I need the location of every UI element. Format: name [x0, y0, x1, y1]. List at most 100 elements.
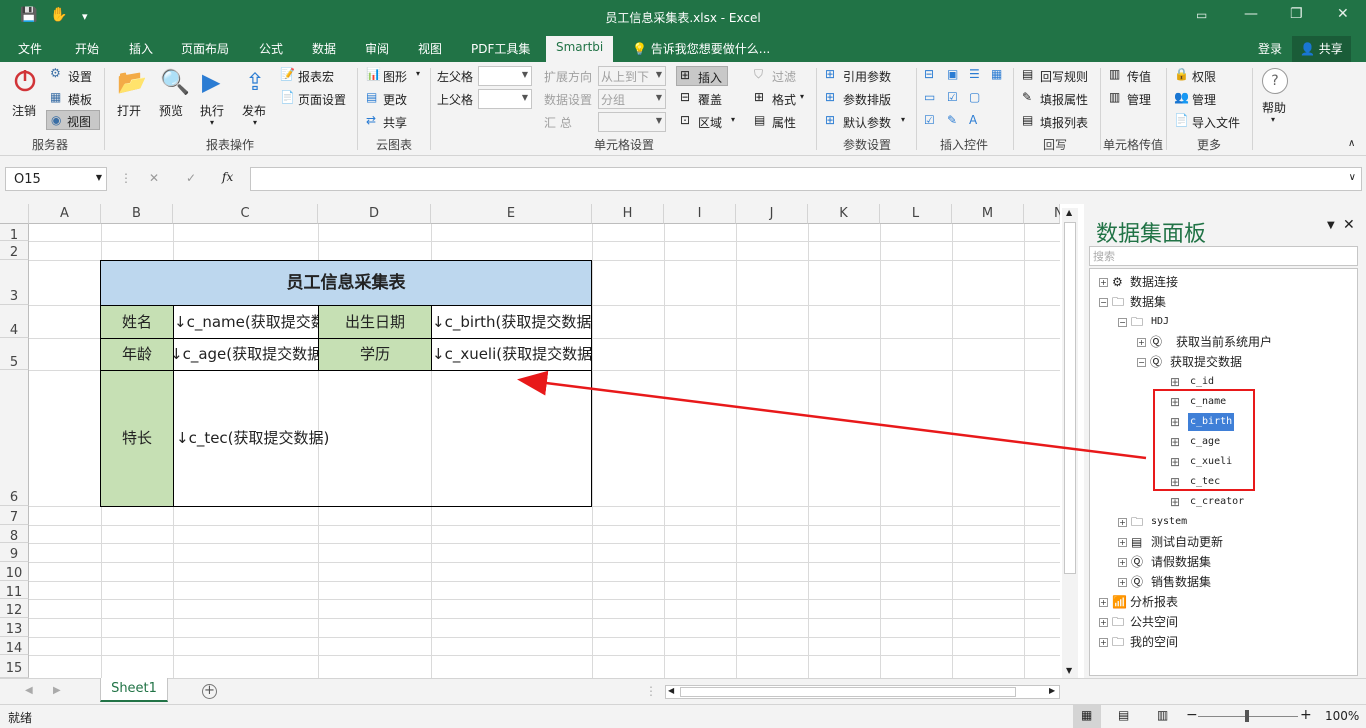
- grid-control-icon[interactable]: ▦: [991, 67, 1002, 81]
- row-header[interactable]: 9: [0, 543, 29, 562]
- column-header[interactable]: A: [29, 204, 101, 224]
- collapse-ribbon-icon[interactable]: ∧: [1348, 138, 1355, 149]
- tab-pdf-tools[interactable]: PDF工具集: [471, 40, 530, 57]
- row-header[interactable]: 15: [0, 655, 29, 678]
- row-header[interactable]: 14: [0, 637, 29, 656]
- add-sheet-button[interactable]: +: [202, 684, 217, 699]
- expand-icon[interactable]: +: [1099, 598, 1108, 607]
- expand-icon[interactable]: +: [1137, 338, 1146, 347]
- tab-page-layout[interactable]: 页面布局: [181, 40, 229, 57]
- table-title-cell[interactable]: 员工信息采集表: [100, 260, 592, 306]
- select-all-corner[interactable]: [0, 204, 29, 224]
- tree-node-dataset[interactable]: 数据集: [1130, 293, 1166, 311]
- scroll-down-icon[interactable]: ▼: [1066, 666, 1072, 675]
- tree-node-system[interactable]: system: [1151, 513, 1187, 531]
- tab-view[interactable]: 视图: [418, 40, 442, 57]
- page-break-view-icon[interactable]: ▥: [1157, 708, 1168, 722]
- tree-node-leave-data[interactable]: 请假数据集: [1151, 553, 1211, 571]
- label-birth-cell[interactable]: 出生日期: [318, 305, 432, 339]
- tree-node-my-space[interactable]: 我的空间: [1130, 633, 1178, 651]
- row-header[interactable]: 1: [0, 224, 29, 243]
- edit-control-icon[interactable]: ✎: [947, 113, 957, 127]
- value-edu-cell[interactable]: ↓c_xueli(获取提交数据): [431, 338, 592, 371]
- scrollbar-thumb[interactable]: [1064, 222, 1076, 574]
- tree-field[interactable]: c_xueli: [1190, 453, 1232, 471]
- tab-formulas[interactable]: 公式: [259, 40, 283, 57]
- tree-field[interactable]: c_creator: [1190, 493, 1244, 511]
- column-header[interactable]: H: [592, 204, 664, 224]
- insert-function-button[interactable]: fx: [222, 170, 233, 184]
- row-header[interactable]: 7: [0, 506, 29, 525]
- spreadsheet-grid[interactable]: A B C D E H I J K L M N 1 2 3 4 5 6 7 8 …: [0, 204, 1060, 678]
- panel-search-input[interactable]: 搜索: [1089, 246, 1358, 266]
- top-parent-select[interactable]: ▼: [478, 89, 532, 109]
- horizontal-scrollbar[interactable]: ◀ ▶: [665, 685, 1060, 699]
- tree-field[interactable]: c_name: [1190, 393, 1226, 411]
- tab-data[interactable]: 数据: [312, 40, 336, 57]
- tab-home[interactable]: 开始: [75, 40, 99, 57]
- expand-icon[interactable]: +: [1118, 578, 1127, 587]
- expand-icon[interactable]: +: [1118, 558, 1127, 567]
- h-scrollbar-thumb[interactable]: [680, 687, 1016, 697]
- minimize-button[interactable]: —: [1244, 6, 1258, 22]
- zoom-out-button[interactable]: −: [1186, 707, 1198, 723]
- summary-select[interactable]: ▼: [598, 112, 666, 132]
- confirm-edit-button[interactable]: ✓: [186, 171, 196, 185]
- row-header[interactable]: 4: [0, 305, 29, 338]
- sheet-tab-sheet1[interactable]: Sheet1: [100, 678, 168, 702]
- panel-options-icon[interactable]: ▼: [1327, 220, 1335, 231]
- prev-sheet-icon[interactable]: ◀: [25, 685, 33, 696]
- textbox-control-icon[interactable]: ▭: [924, 90, 935, 104]
- multi-select-control-icon[interactable]: ☑: [947, 90, 958, 104]
- cancel-edit-button[interactable]: ✕: [149, 171, 159, 185]
- expand-icon[interactable]: +: [1118, 518, 1127, 527]
- row-header[interactable]: 12: [0, 599, 29, 618]
- restore-button[interactable]: ❐: [1290, 6, 1303, 22]
- collapse-icon[interactable]: −: [1118, 318, 1127, 327]
- label-age-cell[interactable]: 年龄: [100, 338, 174, 371]
- row-header[interactable]: 2: [0, 241, 29, 260]
- tab-split-handle-icon[interactable]: ⋮: [645, 684, 657, 698]
- row-header[interactable]: 13: [0, 618, 29, 637]
- tree-node-auto-refresh[interactable]: 测试自动更新: [1151, 533, 1223, 551]
- column-header[interactable]: M: [952, 204, 1024, 224]
- scroll-left-icon[interactable]: ◀: [668, 686, 674, 695]
- next-sheet-icon[interactable]: ▶: [53, 685, 61, 696]
- tab-file[interactable]: 文件: [18, 40, 42, 57]
- left-parent-select[interactable]: ▼: [478, 66, 532, 86]
- row-header[interactable]: 6: [0, 370, 29, 506]
- expand-icon[interactable]: +: [1099, 638, 1108, 647]
- tree-node-sales-data[interactable]: 销售数据集: [1151, 573, 1211, 591]
- tree-node-hdj[interactable]: HDJ: [1151, 313, 1169, 331]
- tree-field-selected[interactable]: c_birth: [1188, 413, 1235, 431]
- share-button[interactable]: 👤 共享: [1292, 36, 1351, 62]
- tree-node-public-space[interactable]: 公共空间: [1130, 613, 1178, 631]
- column-header[interactable]: D: [318, 204, 431, 224]
- zoom-in-button[interactable]: +: [1300, 707, 1312, 723]
- expand-formula-icon[interactable]: ∨: [1349, 172, 1356, 183]
- close-button[interactable]: ✕: [1337, 6, 1349, 22]
- value-name-cell[interactable]: ↓c_name(获取提交数据): [173, 305, 319, 339]
- column-header[interactable]: K: [808, 204, 880, 224]
- tree-node-analysis-report[interactable]: 分析报表: [1130, 593, 1178, 611]
- row-header[interactable]: 3: [0, 260, 29, 305]
- tree-node-submit-data[interactable]: 获取提交数据: [1170, 353, 1242, 371]
- zoom-level[interactable]: 100%: [1325, 709, 1359, 723]
- dropdown-control-icon[interactable]: ▣: [947, 67, 958, 81]
- view-button[interactable]: ◉ 视图: [46, 110, 100, 130]
- tree-field[interactable]: c_tec: [1190, 473, 1220, 491]
- column-header[interactable]: N: [1024, 204, 1060, 224]
- scroll-right-icon[interactable]: ▶: [1049, 686, 1055, 695]
- list-control-icon[interactable]: ☰: [969, 67, 980, 81]
- vertical-scrollbar[interactable]: ▲ ▼: [1062, 208, 1078, 678]
- tab-smartbi[interactable]: Smartbi: [546, 36, 614, 62]
- zoom-slider-thumb[interactable]: [1245, 710, 1249, 722]
- page-layout-view-icon[interactable]: ▤: [1118, 708, 1129, 722]
- collapse-icon[interactable]: −: [1137, 358, 1146, 367]
- combobox-control-icon[interactable]: ⊟: [924, 67, 934, 81]
- tell-me-search[interactable]: 💡 告诉我您想要做什么...: [632, 40, 770, 57]
- value-age-cell[interactable]: ↓c_age(获取提交数据): [173, 338, 319, 371]
- label-edu-cell[interactable]: 学历: [318, 338, 432, 371]
- frame-control-icon[interactable]: ▢: [969, 90, 980, 104]
- value-birth-cell[interactable]: ↓c_birth(获取提交数据): [431, 305, 592, 339]
